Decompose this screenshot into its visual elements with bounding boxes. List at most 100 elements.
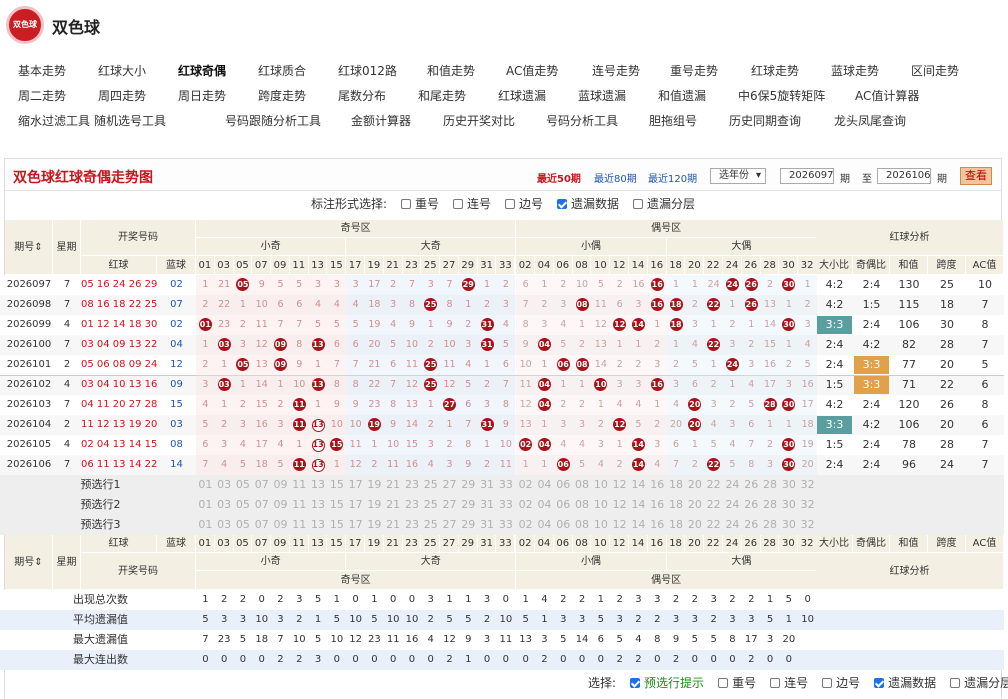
checkbox[interactable]	[718, 678, 729, 688]
pre-cell: 02	[518, 498, 533, 511]
nav-link[interactable]: 红球奇偶	[178, 62, 226, 79]
range-50-link[interactable]: 最近50期	[537, 170, 581, 185]
nav-link[interactable]: 基本走势	[18, 62, 66, 79]
nav-link[interactable]: 红球012路	[338, 62, 397, 79]
checkbox[interactable]	[505, 199, 516, 209]
miss-cell: 2	[440, 435, 459, 455]
miss-cell: 4	[591, 455, 611, 475]
checkbox[interactable]	[874, 678, 885, 688]
nav-link[interactable]: 胆拖组号	[649, 112, 697, 129]
checkbox-label[interactable]: 连号	[467, 197, 491, 211]
big-even-header: 大偶	[666, 553, 818, 571]
pre-cell: 28	[763, 518, 778, 531]
nav-link[interactable]: 周四走势	[98, 87, 146, 104]
checkbox-label[interactable]: 重号	[415, 197, 439, 211]
year-select[interactable]: 选年份 ▾	[710, 168, 766, 184]
query-button[interactable]: 查看	[960, 167, 992, 185]
footer-cell: 10	[801, 614, 815, 625]
nav-link[interactable]: 连号走势	[592, 62, 640, 79]
issue-cell: 2026100	[6, 339, 52, 350]
nav-link[interactable]: 跨度走势	[258, 87, 306, 104]
pre-cell: 01	[198, 478, 213, 491]
checkbox[interactable]	[950, 678, 961, 688]
pre-cell: 14	[631, 518, 646, 531]
miss-cell: 8	[516, 315, 536, 335]
nav-link[interactable]: 历史同期查询	[729, 112, 801, 129]
nav-link[interactable]: 红球走势	[751, 62, 799, 79]
checkbox[interactable]	[557, 199, 568, 209]
checkbox[interactable]	[633, 199, 644, 209]
checkbox-label[interactable]: 连号	[784, 676, 808, 690]
nav-link[interactable]: 中6保5旋转矩阵	[738, 87, 825, 104]
nav-link[interactable]: 周日走势	[178, 87, 226, 104]
range-80-link[interactable]: 最近80期	[594, 170, 637, 185]
nav-link[interactable]: 号码跟随分析工具	[225, 112, 321, 129]
to-issue-input[interactable]: 2026106	[877, 168, 931, 184]
footer-cell: 2	[239, 594, 247, 605]
panel-title: 双色球红球奇偶走势图	[13, 170, 153, 186]
checkbox-label[interactable]: 遗漏分层	[647, 197, 695, 211]
nav-link[interactable]: 缩水过滤工具	[18, 112, 90, 129]
stat-cell: 130	[898, 278, 920, 291]
nav-link[interactable]: 红球大小	[98, 62, 146, 79]
panel-toolbar: 双色球红球奇偶走势图 最近50期 最近80期 最近120期 选年份 ▾ 20260…	[5, 159, 1001, 191]
nav-link[interactable]: 蓝球遗漏	[578, 87, 626, 104]
range-120-link[interactable]: 最近120期	[648, 170, 697, 185]
nav-link[interactable]: 随机选号工具	[94, 112, 166, 129]
checkbox-label[interactable]: 遗漏分层	[964, 676, 1008, 690]
stat-cell: 7	[981, 438, 989, 451]
nav-link[interactable]: 周二走势	[18, 87, 66, 104]
nav-link[interactable]: 和尾走势	[418, 87, 466, 104]
footer-cell: 2	[427, 614, 434, 625]
checkbox-label[interactable]: 预选行提示	[644, 676, 704, 690]
checkbox[interactable]	[630, 678, 641, 688]
nav-link[interactable]: 区间走势	[911, 62, 959, 79]
pre-cell: 03	[217, 498, 232, 511]
footer-cell: 23	[368, 634, 381, 645]
nav-link[interactable]: 和值遗漏	[658, 87, 706, 104]
nav-link[interactable]: 金额计算器	[351, 112, 411, 129]
nav-link[interactable]: 蓝球走势	[831, 62, 879, 79]
nav-link[interactable]: AC值计算器	[855, 87, 919, 104]
footer-cell: 0	[729, 654, 736, 665]
red-balls: 01 12 14 18 30 31	[81, 319, 157, 330]
stat-cell: 77	[902, 358, 916, 371]
stat-cell: 4:2	[825, 278, 844, 291]
checkbox-label[interactable]: 遗漏数据	[571, 197, 619, 211]
from-issue-input[interactable]: 2026097	[780, 168, 834, 184]
miss-cell: 1	[553, 375, 573, 395]
footer-cell: 18	[255, 634, 269, 645]
nav-link[interactable]: 重号走势	[670, 62, 718, 79]
nav-link[interactable]: 和值走势	[427, 62, 475, 79]
col-number-header: 29	[458, 256, 478, 275]
nav-link[interactable]: 尾数分布	[338, 87, 386, 104]
footer-cell: 3	[616, 614, 623, 625]
checkbox-label[interactable]: 边号	[519, 197, 543, 211]
footer-cell: 2	[691, 594, 699, 605]
checkbox[interactable]	[400, 199, 411, 209]
checkbox[interactable]	[822, 678, 833, 688]
footer-cell: 0	[522, 654, 529, 665]
nav-link[interactable]: 龙头凤尾查询	[834, 112, 906, 129]
hit-ball: 24	[725, 278, 739, 291]
checkbox-label[interactable]: 边号	[836, 676, 860, 690]
checkbox[interactable]	[453, 199, 463, 209]
miss-cell: 5	[271, 275, 290, 295]
checkbox-label[interactable]: 重号	[732, 676, 756, 690]
checkbox-label[interactable]: 遗漏数据	[888, 676, 936, 690]
nav-link[interactable]: 红球质合	[258, 62, 306, 79]
nav-link[interactable]: AC值走势	[506, 62, 558, 79]
stat-header: AC值	[966, 256, 1004, 275]
col-number-header: 20	[685, 256, 705, 275]
pre-cell: 26	[744, 518, 759, 531]
footer-cell: 0	[654, 654, 661, 665]
pre-cell: 30	[781, 478, 796, 491]
footer-cell: 1	[597, 594, 605, 605]
checkbox[interactable]	[770, 678, 781, 688]
nav-link[interactable]: 红球遗漏	[498, 87, 546, 104]
nav-link[interactable]: 历史开奖对比	[443, 112, 515, 129]
nav-link[interactable]: 号码分析工具	[546, 112, 618, 129]
miss-cell: 18	[798, 415, 818, 435]
logo[interactable]: 双色球	[6, 6, 44, 44]
miss-cell: 2	[553, 275, 573, 295]
